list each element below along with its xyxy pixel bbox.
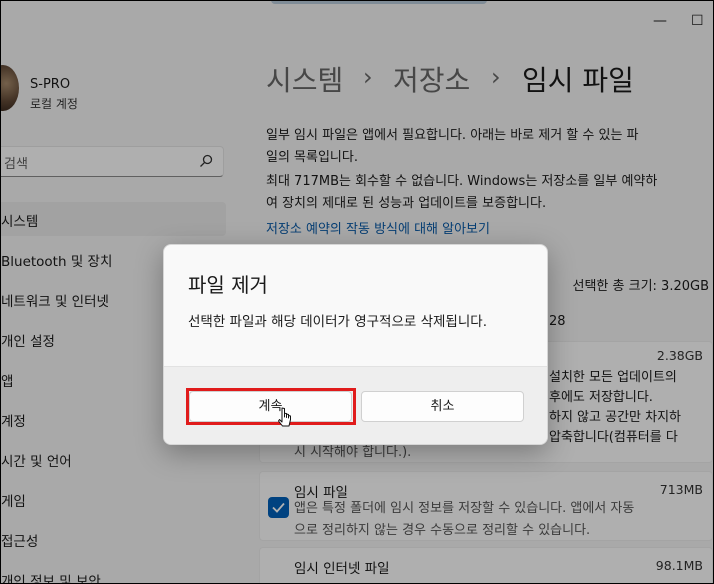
continue-button[interactable]: 계속	[189, 391, 352, 422]
dialog-message: 선택한 파일과 해당 데이터가 영구적으로 삭제됩니다.	[188, 314, 487, 330]
cancel-button[interactable]: 취소	[361, 391, 524, 422]
dialog-title: 파일 제거	[188, 273, 268, 297]
mouse-cursor-icon	[278, 407, 291, 427]
confirm-dialog: 파일 제거 선택한 파일과 해당 데이터가 영구적으로 삭제됩니다. 계속 취소	[163, 244, 548, 445]
dialog-footer: 계속 취소	[164, 366, 547, 444]
settings-window: — ☐ S-PRO 로컬 계정 검색 시스템 Bluetooth 및 장치 네트…	[1, 1, 713, 583]
